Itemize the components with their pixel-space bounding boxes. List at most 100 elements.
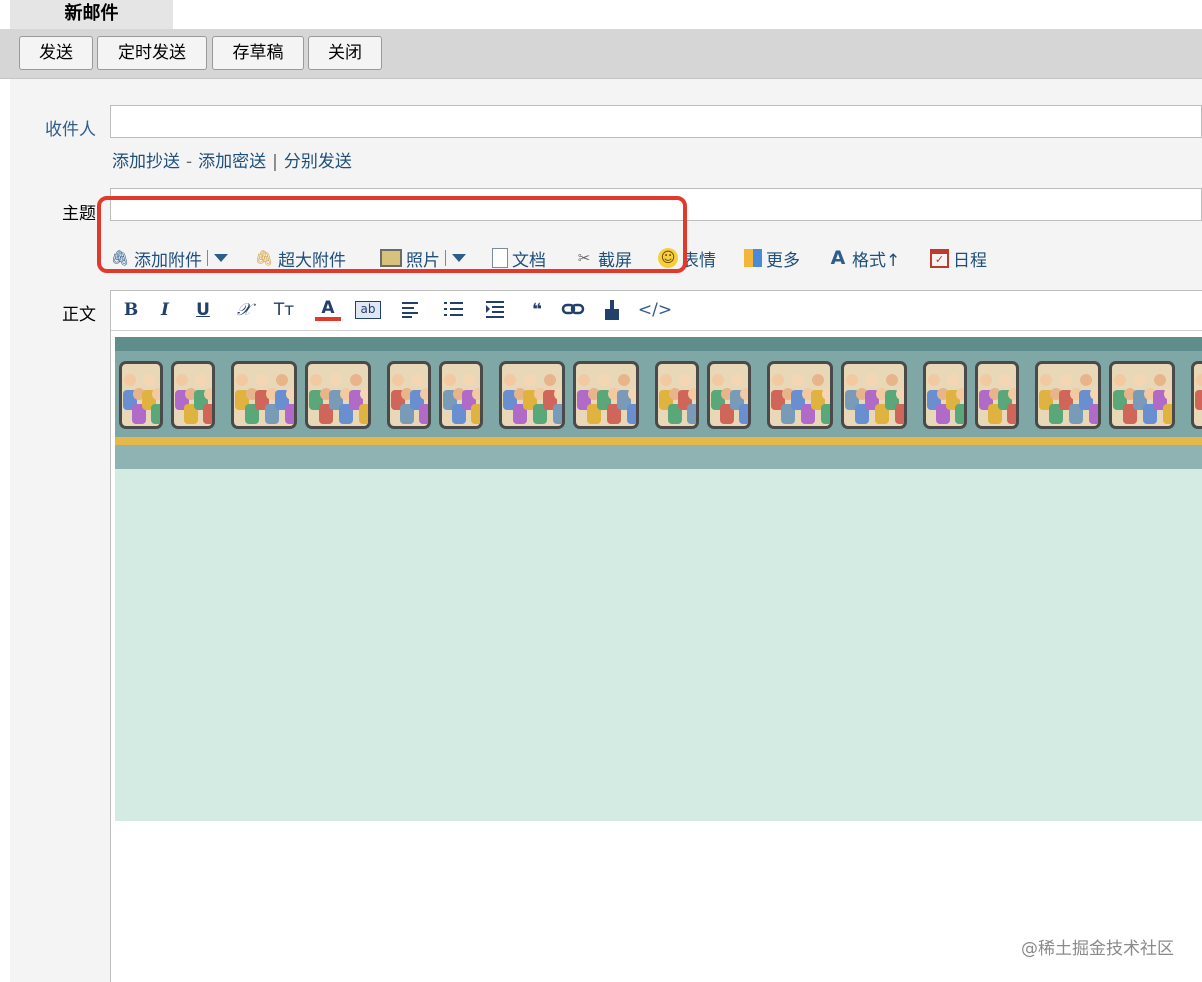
passenger-body xyxy=(471,404,480,424)
train-window xyxy=(841,361,907,429)
large-attachment-button[interactable]: 🖇 超大附件 xyxy=(254,245,346,271)
passenger-head xyxy=(544,374,556,386)
paperclip-icon: 🖇 xyxy=(254,249,274,267)
font-a-icon: A xyxy=(830,247,846,269)
format-label: 格式↑ xyxy=(852,250,901,271)
more-button[interactable]: 更多 xyxy=(744,245,800,271)
passenger-head xyxy=(678,374,691,386)
passenger-head xyxy=(1008,388,1016,400)
passenger-head xyxy=(350,374,362,386)
train-window xyxy=(1191,361,1202,429)
link-icon[interactable] xyxy=(561,299,585,321)
body-label: 正文 xyxy=(62,305,96,325)
bold-button[interactable]: B xyxy=(123,299,139,321)
passenger-body xyxy=(1089,404,1098,424)
recipient-options: 添加抄送 - 添加密送 | 分别发送 xyxy=(112,147,352,172)
train-roof xyxy=(115,337,1202,351)
paperclip-icon: 🖇 xyxy=(110,249,130,267)
message-editor[interactable]: B I U 𝒳 Tт A ab ❝ </> xyxy=(110,290,1202,982)
train-window xyxy=(975,361,1019,429)
large-attachment-label: 超大附件 xyxy=(278,250,346,271)
passenger-head xyxy=(866,374,878,386)
train-window xyxy=(707,361,751,429)
passenger-head xyxy=(998,374,1011,386)
add-bcc-link[interactable]: 添加密送 xyxy=(198,152,266,172)
passenger-head xyxy=(598,374,610,386)
compose-area: 收件人 添加抄送 - 添加密送 | 分别发送 主题 🖇 添加附件 🖇 超大附件 照片 文… xyxy=(10,79,1202,982)
screenshot-button[interactable]: ✂ 截屏 xyxy=(574,245,632,271)
underline-button[interactable]: U xyxy=(195,299,211,321)
stationery-train-banner xyxy=(115,337,1202,469)
divider xyxy=(207,250,208,266)
passenger-head xyxy=(360,388,368,400)
font-size-button[interactable]: Tт xyxy=(271,299,297,321)
passenger-head xyxy=(730,374,743,386)
passenger-body xyxy=(955,404,964,424)
font-color-button[interactable]: A xyxy=(315,299,341,321)
passenger-head xyxy=(618,374,630,386)
photo-button[interactable]: 照片 xyxy=(380,245,466,271)
passenger-head xyxy=(444,374,456,386)
clear-format-button[interactable]: 𝒳 xyxy=(231,299,257,321)
passenger-head xyxy=(772,374,784,386)
photo-label: 照片 xyxy=(406,250,440,271)
subject-input[interactable] xyxy=(110,188,1202,221)
emoji-button[interactable]: ☺ 表情 xyxy=(658,245,716,271)
tab-new-mail[interactable]: 新邮件 xyxy=(10,0,173,29)
close-button[interactable]: 关闭 xyxy=(308,36,382,70)
passenger-body xyxy=(895,404,904,424)
passenger-head xyxy=(1080,374,1092,386)
passenger-head xyxy=(392,374,404,386)
source-code-button[interactable]: </> xyxy=(635,299,675,321)
train-window xyxy=(767,361,833,429)
bullet-list-icon[interactable] xyxy=(441,299,467,321)
passenger-head xyxy=(740,388,748,400)
add-cc-link[interactable]: 添加抄送 xyxy=(112,152,180,172)
passenger-head xyxy=(688,388,696,400)
scheduled-send-button[interactable]: 定时发送 xyxy=(97,36,207,70)
indent-icon[interactable] xyxy=(483,299,509,321)
schedule-button[interactable]: ✓ 日程 xyxy=(930,245,987,271)
train-window xyxy=(1109,361,1175,429)
separate-send-link[interactable]: 分别发送 xyxy=(284,152,352,172)
passenger-body xyxy=(419,404,428,424)
passenger-head xyxy=(142,374,155,386)
brush-icon[interactable] xyxy=(601,299,623,321)
italic-button[interactable]: I xyxy=(157,299,173,321)
passenger-head xyxy=(1040,374,1052,386)
divider xyxy=(445,250,446,266)
calendar-icon: ✓ xyxy=(930,248,949,268)
passenger-head xyxy=(896,388,904,400)
passenger-head xyxy=(886,374,898,386)
train-lower-body xyxy=(115,445,1202,469)
grid-icon xyxy=(744,249,762,267)
passenger-body xyxy=(1195,390,1202,410)
passenger-head xyxy=(420,388,428,400)
train-window xyxy=(439,361,483,429)
smiley-icon: ☺ xyxy=(658,248,678,268)
chevron-down-icon[interactable] xyxy=(214,254,228,262)
send-button[interactable]: 发送 xyxy=(19,36,93,70)
passenger-head xyxy=(472,388,480,400)
train-window xyxy=(171,361,215,429)
passenger-head xyxy=(152,388,160,400)
train-window xyxy=(387,361,431,429)
add-attachment-button[interactable]: 🖇 添加附件 xyxy=(110,245,228,271)
chevron-down-icon[interactable] xyxy=(452,254,466,262)
align-icon[interactable] xyxy=(399,299,425,321)
save-draft-button[interactable]: 存草稿 xyxy=(212,36,304,70)
document-button[interactable]: 文档 xyxy=(492,245,546,271)
passenger-head xyxy=(928,374,940,386)
passenger-head xyxy=(504,374,516,386)
screenshot-label: 截屏 xyxy=(598,250,632,271)
passenger-body xyxy=(1163,404,1172,424)
format-button[interactable]: A 格式↑ xyxy=(828,245,901,271)
recipient-input[interactable] xyxy=(110,105,1202,138)
emoji-label: 表情 xyxy=(682,250,716,271)
passenger-head xyxy=(256,374,268,386)
bg-color-button[interactable]: ab xyxy=(355,301,381,319)
subject-label: 主题 xyxy=(62,204,96,224)
quote-button[interactable]: ❝ xyxy=(527,299,547,321)
train-window xyxy=(499,361,565,429)
passenger-head xyxy=(1134,374,1146,386)
